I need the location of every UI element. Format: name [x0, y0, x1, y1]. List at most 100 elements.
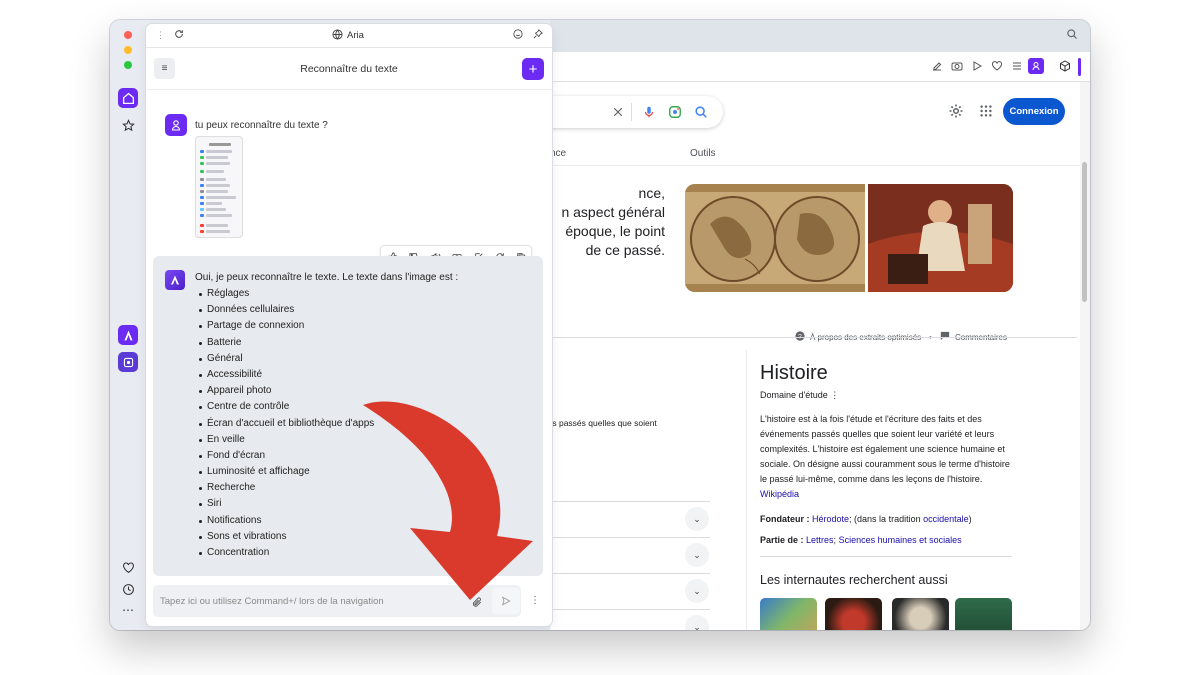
connexion-button[interactable]: Connexion — [1003, 98, 1065, 125]
world-map-image[interactable] — [685, 184, 865, 292]
list-item: Recherche — [198, 480, 374, 496]
extension-app-icon[interactable] — [118, 352, 138, 372]
related-thumbnail[interactable] — [825, 598, 882, 630]
knowledge-panel-description: L'histoire est à la fois l'étude et l'éc… — [760, 412, 1012, 502]
list-item: Écran d'accueil et bibliothèque d'apps — [198, 416, 374, 432]
snippet-line: nce, — [638, 185, 665, 201]
nav-divider — [550, 165, 1080, 166]
herodote-link[interactable]: Hérodote — [812, 514, 849, 524]
snippet-line: de ce passé. — [585, 242, 665, 258]
settings-gear-icon[interactable] — [948, 103, 966, 121]
fact-fondateur: Fondateur : Hérodote; (dans la tradition… — [760, 514, 972, 524]
list-item: Concentration — [198, 545, 374, 561]
paa-divider — [550, 573, 710, 574]
list-icon[interactable] — [1010, 59, 1024, 73]
voice-search-icon[interactable] — [641, 104, 657, 120]
heart-toolbar-icon[interactable] — [990, 59, 1004, 73]
related-thumbnail[interactable] — [892, 598, 949, 630]
fact-label: Fondateur : — [760, 514, 810, 524]
snippet-divider — [550, 337, 1077, 338]
heart-icon[interactable] — [118, 557, 138, 577]
list-item: Général — [198, 351, 374, 367]
expand-chevron-icon[interactable]: ⌄ — [685, 543, 709, 567]
attach-paperclip-icon[interactable] — [472, 595, 484, 607]
minimize-window-button[interactable] — [124, 46, 132, 54]
emoji-icon[interactable] — [513, 29, 523, 42]
lettres-link[interactable]: Lettres — [806, 535, 834, 545]
clear-search-icon[interactable] — [610, 104, 626, 120]
subtitle-text: Domaine d'étude — [760, 390, 828, 400]
send-button[interactable] — [492, 588, 520, 614]
panel-top-bar: ⋮ Aria — [146, 24, 552, 48]
maximize-window-button[interactable] — [124, 61, 132, 69]
paa-divider — [550, 537, 710, 538]
list-item: Notifications — [198, 513, 374, 529]
list-item: Centre de contrôle — [198, 399, 374, 415]
list-item: Données cellulaires — [198, 302, 374, 318]
drag-handle-icon[interactable]: ⋮ — [156, 30, 165, 41]
expand-chevron-icon[interactable]: ⌄ — [685, 579, 709, 603]
address-bar-row — [550, 52, 1090, 82]
fact-text: ) — [968, 514, 972, 524]
expand-chevron-icon[interactable]: ⌄ — [685, 507, 709, 531]
list-item: Siri — [198, 496, 374, 512]
more-options-icon[interactable]: ⋮ — [830, 390, 839, 400]
fact-label: Partie de : — [760, 535, 804, 545]
play-icon[interactable] — [970, 59, 984, 73]
nav-item-partial[interactable]: nce — [550, 148, 566, 159]
star-icon[interactable] — [118, 115, 138, 135]
chat-header: ≡ Reconnaître du texte + — [146, 48, 552, 90]
snippet-line: époque, le point — [565, 223, 665, 239]
tab-search-icon[interactable] — [1066, 28, 1082, 44]
list-item: Réglages — [198, 286, 374, 302]
painting-image[interactable] — [868, 184, 1013, 292]
lens-search-icon[interactable] — [667, 104, 683, 120]
nav-item-tools[interactable]: Outils — [690, 148, 716, 159]
list-item: Sons et vibrations — [198, 529, 374, 545]
chat-input[interactable]: Tapez ici ou utilisez Command+/ lors de … — [153, 585, 521, 617]
snippet-line: n aspect général — [561, 204, 665, 220]
pin-icon[interactable] — [533, 29, 543, 42]
chat-input-placeholder: Tapez ici ou utilisez Command+/ lors de … — [160, 596, 384, 607]
featured-snippet-text: nce, n aspect général époque, le point d… — [550, 184, 665, 260]
aria-app-icon[interactable] — [118, 325, 138, 345]
aria-toolbar-icon[interactable] — [1028, 58, 1044, 74]
close-window-button[interactable] — [124, 31, 132, 39]
search-icon[interactable] — [693, 104, 709, 120]
web-page: Connexion nce Outils nce, n aspect génér… — [550, 82, 1080, 630]
input-more-options-icon[interactable]: ⋮ — [530, 594, 540, 608]
camera-icon[interactable] — [950, 59, 964, 73]
page-scrollbar[interactable] — [1080, 82, 1090, 630]
user-avatar — [165, 114, 187, 136]
occidentale-link[interactable]: occidentale — [923, 514, 969, 524]
sciences-humaines-link[interactable]: Sciences humaines et sociales — [839, 535, 962, 545]
people-also-search-heading: Les internautes recherchent aussi — [760, 573, 948, 587]
home-icon[interactable] — [118, 88, 138, 108]
list-item: Batterie — [198, 335, 374, 351]
sidebar-indicator — [1078, 58, 1081, 76]
paa-divider — [550, 609, 710, 610]
wikipedia-link[interactable]: Wikipédia — [760, 489, 799, 499]
answer-intro: Oui, je peux reconnaître le texte. Le te… — [195, 272, 459, 283]
globe-icon — [332, 29, 343, 43]
more-rail-icon[interactable]: ⋯ — [118, 600, 138, 620]
description-text: L'histoire est à la fois l'étude et l'éc… — [760, 414, 1010, 484]
related-thumbnail[interactable] — [760, 598, 817, 630]
reload-icon[interactable] — [174, 29, 184, 42]
cube-icon[interactable] — [1058, 59, 1072, 73]
list-item: Appareil photo — [198, 383, 374, 399]
tab-bar — [550, 20, 1090, 52]
edit-icon[interactable] — [930, 59, 944, 73]
user-message: tu peux reconnaître du texte ? — [195, 120, 328, 131]
related-thumbnail[interactable] — [955, 598, 1012, 630]
attached-screenshot-thumbnail[interactable] — [195, 136, 243, 238]
result-snippet-fragment: ts passés quelles que soient — [550, 418, 657, 428]
history-icon[interactable] — [118, 579, 138, 599]
google-apps-icon[interactable] — [979, 104, 995, 120]
list-item: Accessibilité — [198, 367, 374, 383]
expand-chevron-icon[interactable]: ⌄ — [685, 615, 709, 630]
google-search-box[interactable] — [550, 96, 723, 128]
new-chat-button[interactable]: + — [522, 58, 544, 80]
paa-divider — [550, 501, 710, 502]
browser-window: ⋯ Connexion nce Outils nce, n aspect gén… — [110, 20, 1090, 630]
